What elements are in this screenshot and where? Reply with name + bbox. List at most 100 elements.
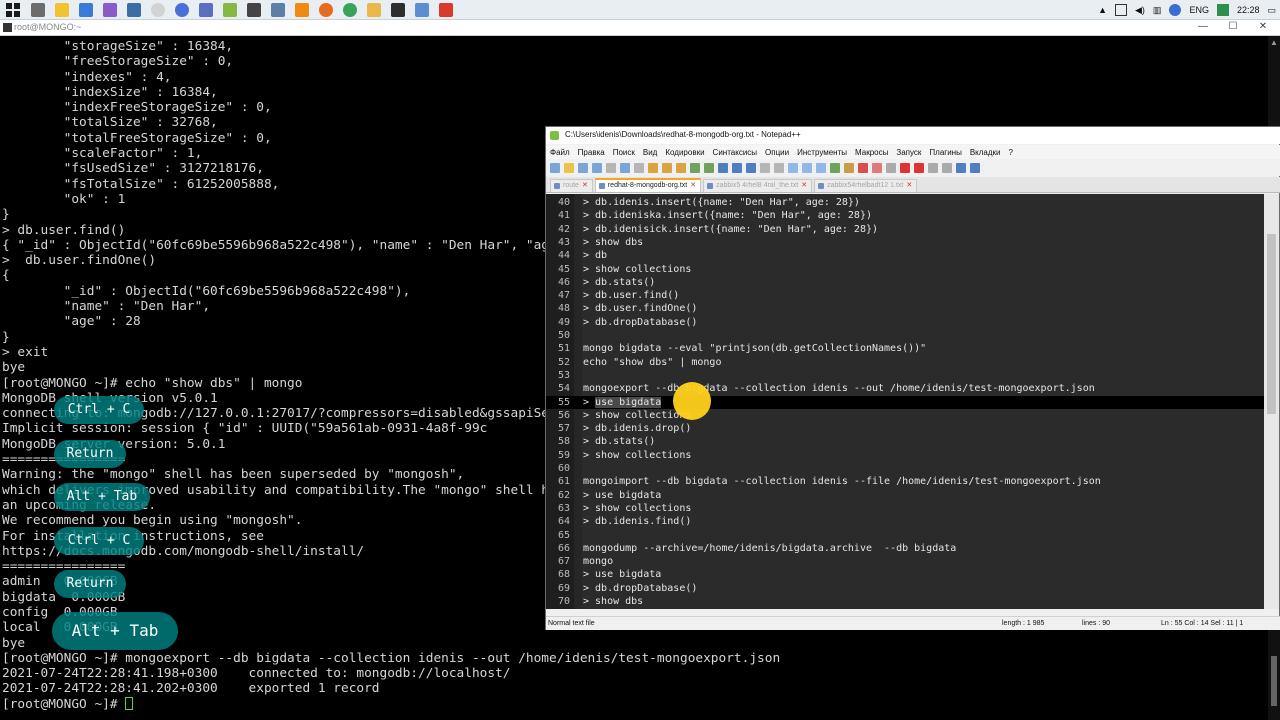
app-tray-icon[interactable] [1169, 4, 1182, 16]
scrollbar-thumb[interactable] [1271, 656, 1277, 706]
editor-line[interactable]: 44 > db [546, 249, 1266, 262]
save-all-icon[interactable] [592, 162, 602, 173]
editor-line[interactable]: 60 [546, 462, 1266, 475]
record-macro-icon[interactable] [900, 162, 910, 173]
notepad-plus-plus-icon[interactable] [223, 2, 237, 17]
run-macro-multiple-icon[interactable] [942, 162, 952, 173]
terminal-window-icon[interactable] [391, 2, 405, 17]
npp-vertical-scrollbar[interactable] [1264, 194, 1279, 609]
npp-menu-item[interactable]: Опции [765, 148, 789, 157]
print-icon[interactable] [634, 162, 644, 173]
close-icon[interactable]: ✕ [1248, 21, 1278, 32]
editor-line[interactable]: 62 > use bigdata [546, 489, 1266, 502]
editor-line[interactable]: 57 > db.idenis.drop() [546, 422, 1266, 435]
editor-line[interactable]: 47 > db.user.find() [546, 289, 1266, 302]
replace-icon[interactable] [732, 162, 742, 173]
npp-menu-item[interactable]: Макросы [855, 148, 888, 157]
minimize-icon[interactable]: — [1188, 21, 1218, 32]
open-file-icon[interactable] [564, 162, 574, 173]
network-tray-icon[interactable]: ▥ [1153, 5, 1162, 16]
npp-menu-item[interactable]: Плагины [929, 148, 961, 157]
editor-line[interactable]: 54 mongoexport --db bigdata --collection … [546, 382, 1266, 395]
npp-scrollbar-thumb[interactable] [1267, 234, 1276, 414]
chevron-up-icon[interactable]: ▲ [1098, 5, 1107, 15]
editor-line[interactable]: 59 > show collections [546, 449, 1266, 462]
editor-line[interactable]: 49 > db.dropDatabase() [546, 316, 1266, 329]
indent-guide-icon[interactable] [816, 162, 826, 173]
close-tab-icon[interactable]: ✕ [690, 182, 696, 189]
npp-menu-item[interactable]: Поиск [613, 148, 635, 157]
editor-line[interactable]: 40 > db.idenis.insert({name: "Den Har", a… [546, 196, 1266, 209]
redo-icon[interactable] [704, 162, 714, 173]
word-wrap-icon[interactable] [788, 162, 798, 173]
editor-line[interactable]: 41 > db.ideniska.insert({name: "Den Har",… [546, 209, 1266, 222]
stop-macro-icon[interactable] [914, 162, 924, 173]
npp-menu-item[interactable]: Вкладки [970, 148, 1001, 157]
language-icon[interactable] [830, 162, 840, 173]
npp-menu-item[interactable]: Правка [578, 148, 605, 157]
editor-line[interactable]: 56 > show collections [546, 409, 1266, 422]
tray-app-icon[interactable] [1216, 4, 1229, 16]
function-list-icon[interactable] [844, 162, 854, 173]
browser-icon[interactable] [175, 2, 189, 17]
npp-menu-item[interactable]: Файл [550, 148, 570, 157]
close-all-icon[interactable] [620, 162, 630, 173]
npp-menu-item[interactable]: Вид [643, 148, 657, 157]
editor-line[interactable]: 64 > db.idenis.find() [546, 515, 1266, 528]
editor-line[interactable]: 66 mongodump --archive=/home/idenis/bigda… [546, 542, 1266, 555]
cut-icon[interactable] [648, 162, 658, 173]
editor-line[interactable]: 63 > show collections [546, 502, 1266, 515]
npp-tab[interactable]: zabbix5 4rhel8 4ral_the.txt ✕ [703, 179, 813, 192]
find-icon[interactable] [718, 162, 728, 173]
doc-map-icon[interactable] [886, 162, 896, 173]
monitor-tray-icon[interactable] [1115, 4, 1127, 16]
editor-line[interactable]: 68 > use bigdata [546, 568, 1266, 581]
zoom-in-icon[interactable] [746, 162, 756, 173]
copy-icon[interactable] [662, 162, 672, 173]
terminal-icon[interactable] [79, 2, 93, 17]
vlc-icon[interactable] [295, 2, 309, 17]
editor-line[interactable]: 50 [546, 329, 1266, 342]
new-file-icon[interactable] [550, 162, 560, 173]
show-all-chars-icon[interactable] [802, 162, 812, 173]
close-tab-icon[interactable]: ✕ [906, 182, 912, 189]
npp-menu-item[interactable]: Запуск [896, 148, 921, 157]
folder-icon[interactable] [367, 2, 381, 17]
paste-icon[interactable] [676, 162, 686, 173]
files-icon[interactable] [31, 2, 45, 17]
notepad-plus-plus-window[interactable]: C:\Users\idenis\Downloads\redhat-8-mongo… [545, 126, 1280, 630]
close-icon[interactable] [606, 162, 616, 173]
npp-editor[interactable]: 40 > db.idenis.insert({name: "Den Har", a… [546, 194, 1266, 609]
editor-line[interactable]: 46 > db.stats() [546, 276, 1266, 289]
network-icon[interactable] [271, 2, 285, 17]
editor-line[interactable]: 45 > show collections [546, 263, 1266, 276]
launch-icon[interactable] [970, 162, 980, 173]
editor-line[interactable]: 65 [546, 529, 1266, 542]
firefox-icon[interactable] [319, 2, 333, 17]
close-tab-icon[interactable]: ✕ [582, 182, 588, 189]
tools-icon[interactable] [103, 2, 117, 17]
editor-line[interactable]: 52 echo "show dbs" | mongo [546, 356, 1266, 369]
npp-tab[interactable]: redhat-8-mongodb-org.txt ✕ [594, 178, 702, 192]
editor-line[interactable]: 53 [546, 369, 1266, 382]
start-button[interactable] [6, 2, 20, 17]
volume-icon[interactable]: ◀) [1135, 5, 1145, 16]
sync-scroll-icon[interactable] [774, 162, 784, 173]
editor-line[interactable]: 51 mongo bigdata --eval "printjson(db.get… [546, 342, 1266, 355]
save-macro-icon[interactable] [956, 162, 966, 173]
editor-line[interactable]: 69 > db.dropDatabase() [546, 582, 1266, 595]
npp-menu-item[interactable]: Инструменты [797, 148, 847, 157]
play-macro-icon[interactable] [928, 162, 938, 173]
maximize-icon[interactable]: ☐ [1218, 21, 1248, 32]
editor-line[interactable]: 61 mongoimport --db bigdata --collection … [546, 475, 1266, 488]
chrome-icon[interactable] [343, 2, 357, 17]
npp-tab[interactable]: zabbix54rhelbadt12 1.txt ✕ [814, 179, 918, 192]
folder-workspace-icon[interactable] [858, 162, 868, 173]
npp-tab[interactable]: route ✕ [550, 179, 593, 192]
editor-line[interactable]: 55 > use bigdata [546, 395, 1266, 409]
npp-menu-item[interactable]: ? [1009, 148, 1013, 157]
scroll-up-icon[interactable]: ▲ [1270, 38, 1278, 47]
editor-line[interactable]: 70 > show dbs [546, 595, 1266, 608]
notes-icon[interactable] [55, 2, 69, 17]
settings-icon[interactable] [247, 2, 261, 17]
